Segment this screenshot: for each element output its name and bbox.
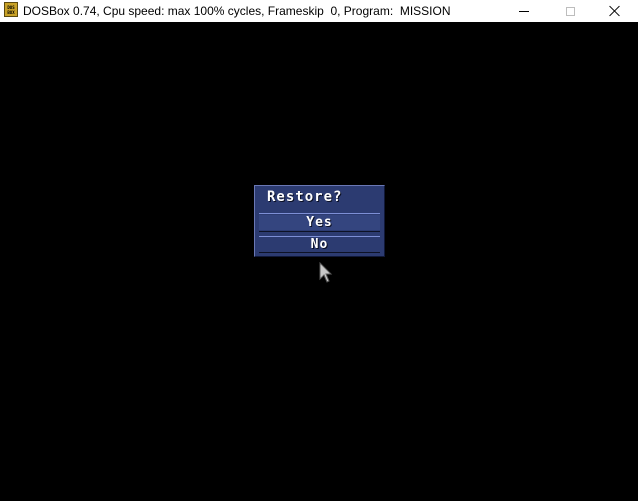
divider [259, 213, 380, 214]
restore-dialog: Restore? Yes No [254, 185, 385, 257]
icon-label-bottom: BOX [7, 9, 15, 15]
maximize-icon [565, 6, 575, 16]
maximize-button[interactable] [547, 0, 593, 22]
close-icon [609, 5, 621, 17]
game-screen[interactable]: Restore? Yes No [0, 22, 638, 501]
dosbox-icon[interactable]: DOS BOX [4, 2, 18, 17]
yes-option[interactable]: Yes [259, 215, 380, 230]
close-button[interactable] [592, 0, 638, 22]
divider [259, 231, 380, 232]
dialog-title: Restore? [267, 189, 343, 205]
mouse-cursor-icon [319, 262, 333, 283]
window-title: DOSBox 0.74, Cpu speed: max 100% cycles,… [23, 4, 451, 18]
divider [259, 252, 380, 253]
title-bar[interactable]: DOS BOX DOSBox 0.74, Cpu speed: max 100%… [0, 0, 638, 22]
no-option[interactable]: No [259, 237, 380, 252]
dosbox-window: DOS BOX DOSBox 0.74, Cpu speed: max 100%… [0, 0, 638, 501]
minimize-button[interactable] [501, 0, 547, 22]
minimize-icon [519, 10, 529, 12]
